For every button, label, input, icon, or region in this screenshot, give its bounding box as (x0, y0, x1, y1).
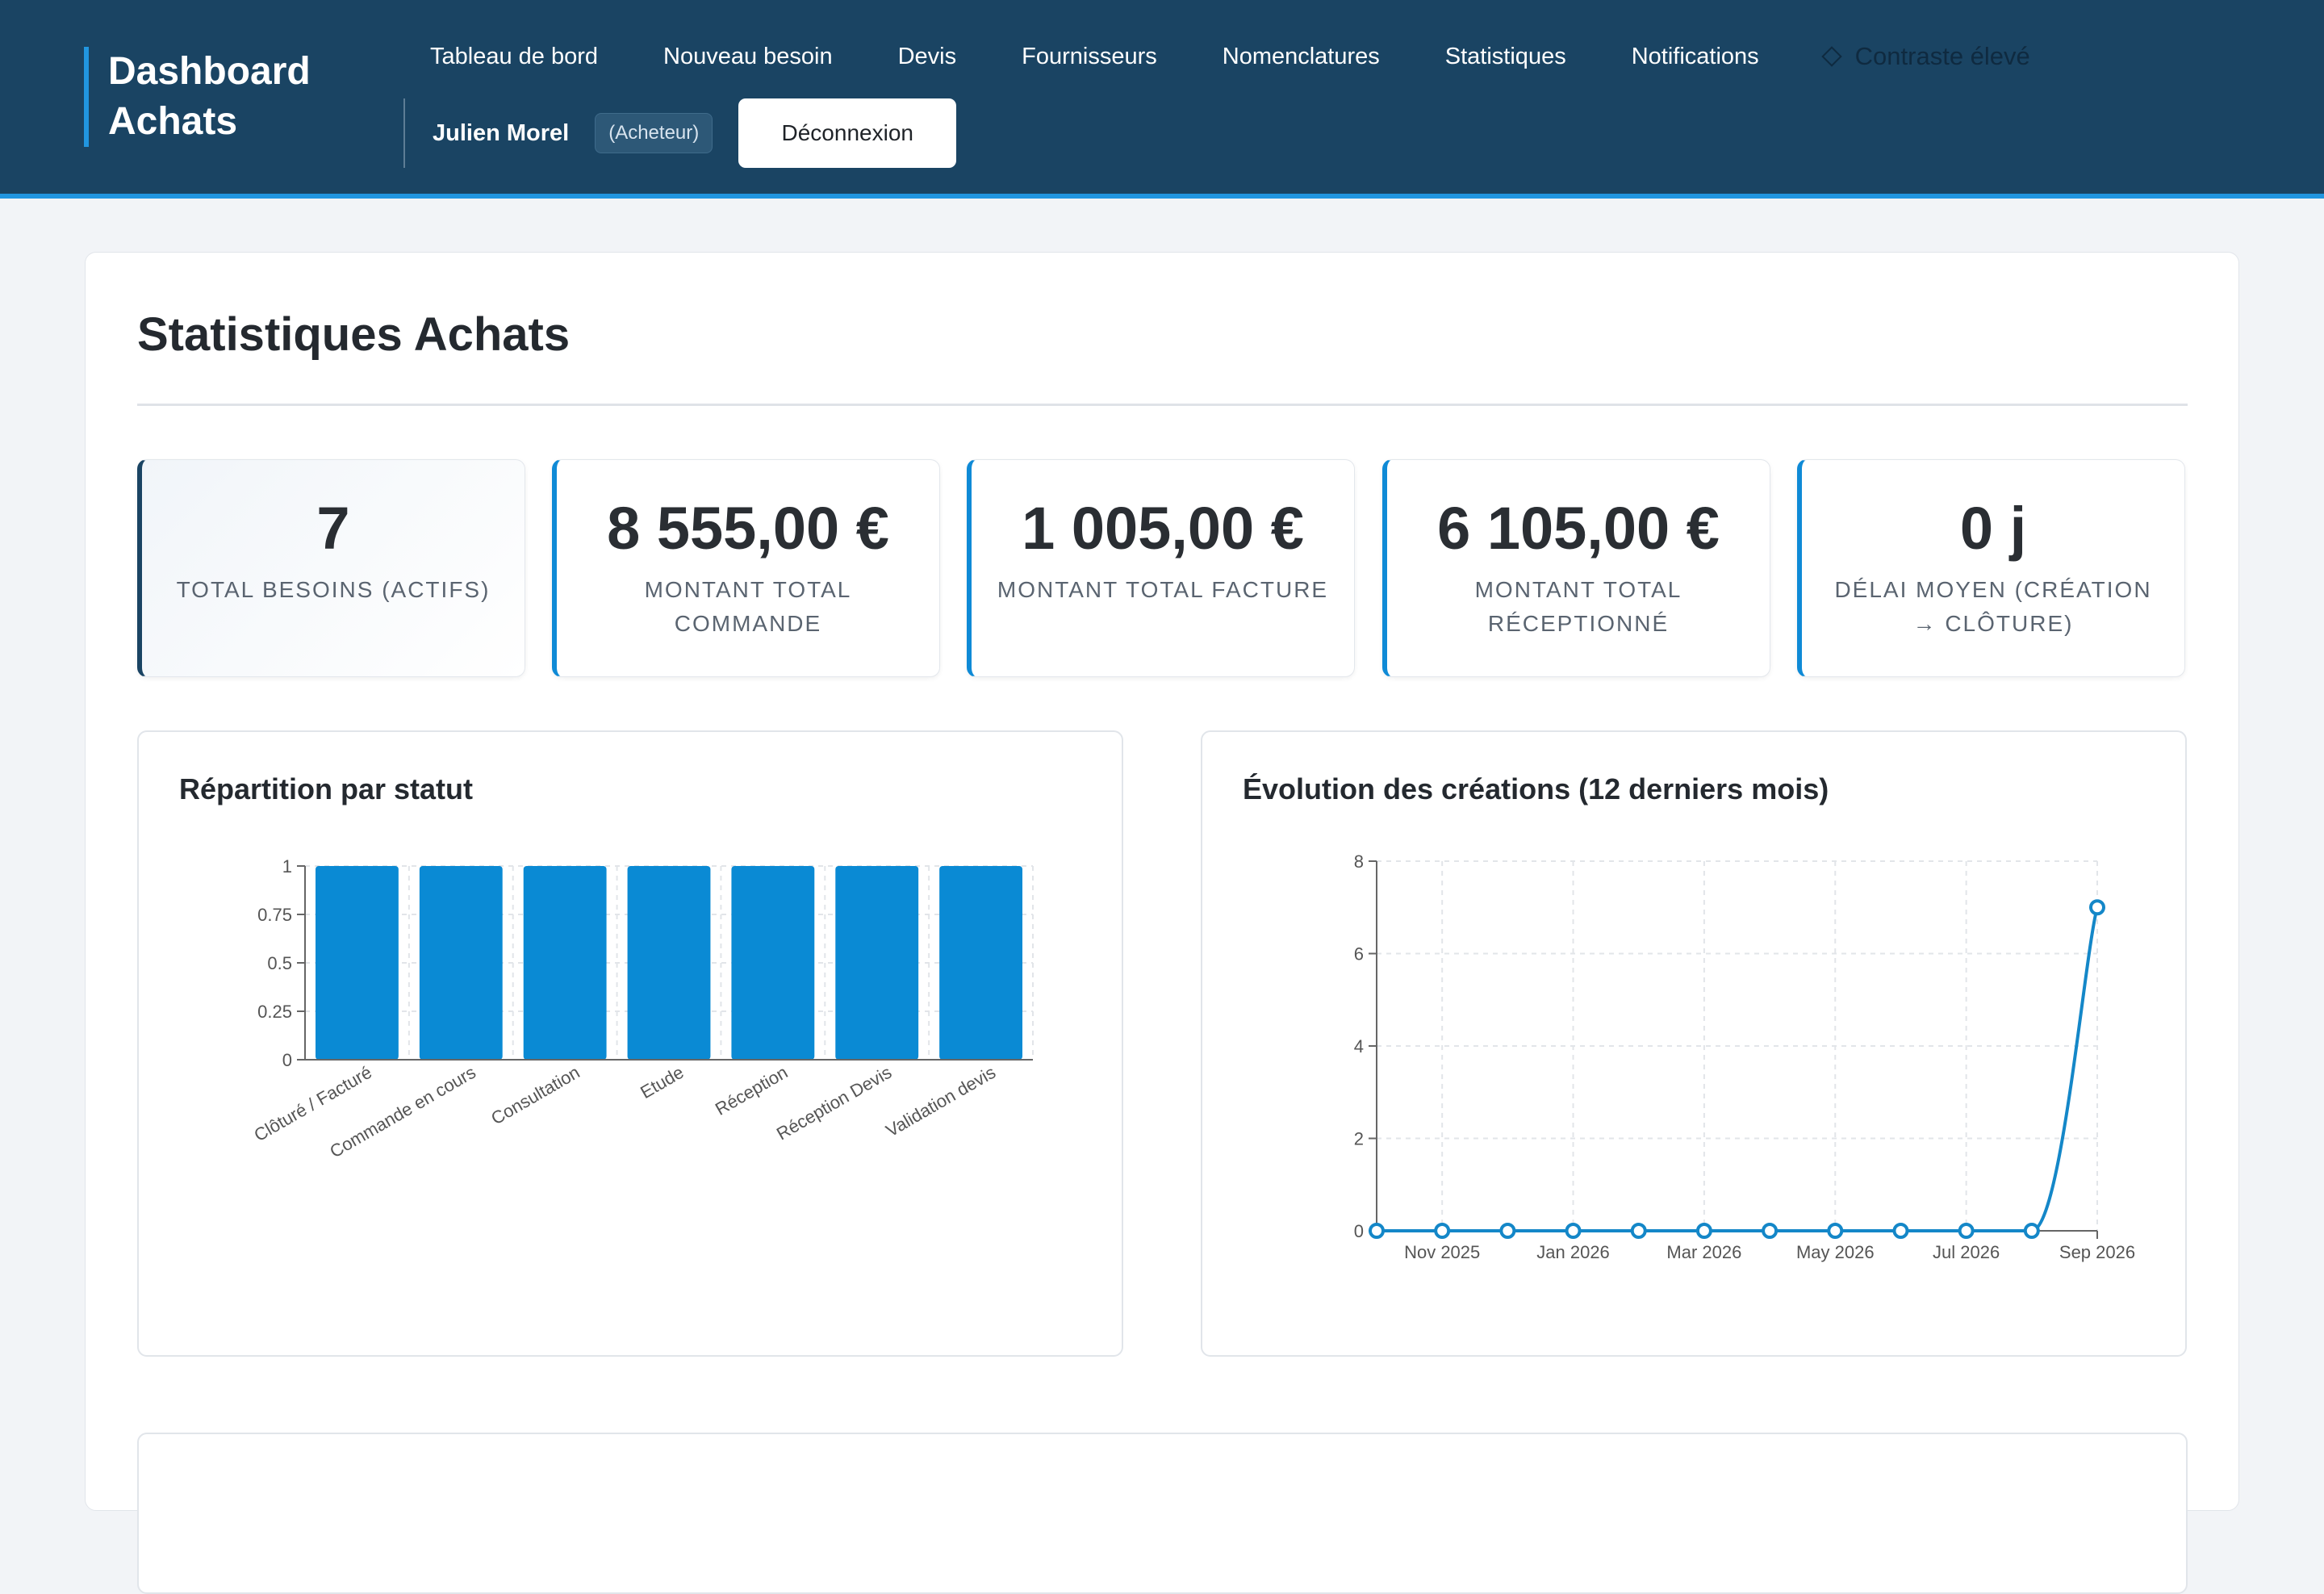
kpi-montant-receptionne: 6 105,00 € Montant total réceptionné (1382, 459, 1770, 677)
x-tick-label: Validation devis (883, 1062, 1000, 1141)
data-point (1958, 1223, 1975, 1239)
y-tick-label: 2 (1354, 1129, 1364, 1149)
app-brand[interactable]: Dashboard Achats (84, 47, 311, 147)
x-tick-label: Réception (712, 1062, 791, 1119)
status-chart-card: Répartition par statut 0 0.25 0.5 0.75 1 Clôt… (137, 730, 1123, 1357)
kpi-montant-facture: 1 005,00 € Montant total facture (967, 459, 1355, 677)
nav-fournisseurs[interactable]: Fournisseurs (1022, 44, 1157, 70)
user-name: Julien Morel (433, 119, 570, 146)
data-point (2023, 1223, 2040, 1239)
contrast-toggle[interactable]: Contraste élevé (1820, 42, 2030, 71)
x-tick-label: Réception Devis (773, 1062, 895, 1144)
kpi-label: Montant total réceptionné (1474, 577, 1682, 636)
contrast-icon (1820, 46, 1842, 67)
data-point (1630, 1223, 1647, 1239)
data-point (1369, 1223, 1385, 1239)
data-point (1762, 1223, 1779, 1239)
data-point (1434, 1223, 1451, 1239)
y-tick-label: 8 (1354, 851, 1364, 872)
kpi-label: Délai moyen (création → clôture) (1834, 577, 2152, 636)
x-tick-label: Nov 2025 (1404, 1242, 1480, 1262)
kpi-value: 8 555,00 € (607, 495, 889, 562)
kpi-value: 7 (316, 495, 350, 562)
data-point (1892, 1223, 1909, 1239)
data-point (1499, 1223, 1516, 1239)
data-point (1827, 1223, 1844, 1239)
page-title: Statistiques Achats (137, 308, 571, 361)
nav-nouveau-besoin[interactable]: Nouveau besoin (663, 44, 833, 70)
bar (835, 866, 919, 1060)
status-bar-chart: 00.250.50.751Clôturé / FacturéCommande e… (251, 856, 1034, 1161)
nav-notifications[interactable]: Notifications (1632, 44, 1759, 70)
y-tick-label: 0.75 (257, 905, 292, 925)
x-tick-label: Mar 2026 (1666, 1242, 1741, 1262)
contrast-label: Contraste élevé (1854, 42, 2030, 70)
bar (731, 866, 815, 1060)
creations-line-chart: 0 2 4 6 8 Nov 2025 Jan 2026 Mar 2026 May 2026 Jul… (1354, 851, 2135, 1262)
kpi-value: 0 j (1959, 495, 2027, 562)
bar (316, 866, 399, 1060)
kpi-total-besoins: 7 Total besoins (actifs) (137, 459, 525, 677)
nav-devis[interactable]: Devis (898, 44, 957, 70)
top-header: Dashboard Achats Tableau de bord Nouveau… (0, 0, 2324, 199)
data-point (1695, 1223, 1712, 1239)
statistics-panel: Statistiques Achats 7 Total besoins (act… (85, 252, 2239, 1594)
data-point (1565, 1223, 1582, 1239)
kpi-montant-commande: 8 555,00 € Montant total commande (552, 459, 940, 677)
lower-panel (137, 1433, 2188, 1594)
kpi-value: 1 005,00 € (1022, 495, 1304, 562)
trend-chart-card: Évolution des créations (12 derniers moi… (1201, 730, 2187, 1357)
nav-nomenclatures[interactable]: Nomenclatures (1223, 44, 1380, 70)
y-tick-label: 0 (1354, 1221, 1364, 1241)
y-tick-label: 0.5 (267, 953, 292, 973)
user-bar: Julien Morel (Acheteur) Déconnexion (403, 98, 957, 168)
nav-tableau-de-bord[interactable]: Tableau de bord (430, 44, 598, 70)
data-point (2089, 899, 2105, 916)
x-tick-label: May 2026 (1796, 1242, 1875, 1262)
bar (627, 866, 711, 1060)
x-tick-label: Etude (637, 1062, 687, 1102)
y-tick-label: 4 (1354, 1036, 1364, 1056)
kpi-delai-moyen: 0 j Délai moyen (création → clôture) (1797, 459, 2185, 677)
x-tick-label: Consultation (487, 1062, 583, 1129)
x-tick-label: Jan 2026 (1536, 1242, 1610, 1262)
bar (419, 866, 503, 1060)
bar (523, 866, 607, 1060)
brand-line-1: Dashboard (108, 50, 311, 93)
kpi-value: 6 105,00 € (1437, 495, 1720, 562)
y-tick-label: 0 (282, 1050, 292, 1070)
kpi-label: Total besoins (actifs) (176, 577, 491, 602)
y-tick-label: 1 (282, 856, 292, 876)
user-role-badge: (Acheteur) (595, 113, 713, 153)
series-line (1377, 906, 2099, 1232)
bar (939, 866, 1022, 1060)
title-divider (137, 404, 2188, 406)
nav-statistiques[interactable]: Statistiques (1445, 44, 1566, 70)
y-tick-label: 0.25 (257, 1002, 292, 1022)
logout-button[interactable]: Déconnexion (738, 98, 957, 168)
kpi-label: Montant total commande (644, 577, 852, 636)
x-tick-label: Jul 2026 (1933, 1242, 2000, 1262)
brand-line-2: Achats (108, 100, 238, 143)
kpi-label: Montant total facture (997, 577, 1329, 602)
x-tick-label: Sep 2026 (2059, 1242, 2135, 1262)
y-tick-label: 6 (1354, 944, 1364, 964)
main-nav: Tableau de bord Nouveau besoin Devis Fou… (430, 32, 2030, 81)
